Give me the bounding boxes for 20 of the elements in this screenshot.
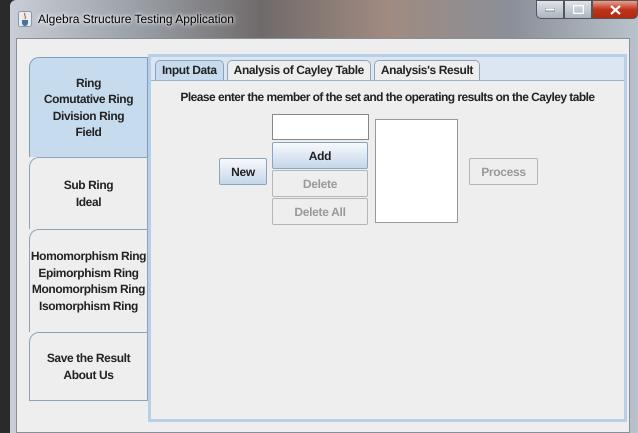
new-button[interactable]: New [219, 158, 267, 185]
tab[interactable]: Analysis's Result [374, 60, 480, 80]
sidebar-tab[interactable]: Sub Ring Ideal [29, 157, 148, 229]
add-button[interactable]: Add [272, 142, 368, 169]
close-icon [610, 4, 620, 14]
maximize-button[interactable] [564, 0, 592, 19]
sidebar-tab[interactable]: Save the Result About Us [29, 332, 148, 401]
tab[interactable]: Input Data [155, 60, 224, 80]
close-button[interactable] [592, 0, 638, 19]
window-title: Algebra Structure Testing Application [38, 12, 234, 26]
cup-icon [18, 11, 32, 27]
tab[interactable]: Analysis of Cayley Table [226, 60, 371, 80]
minimize-icon [545, 8, 555, 12]
minimize-button[interactable] [536, 0, 564, 19]
member-list[interactable] [375, 119, 458, 223]
sidebar-tab[interactable]: Ring Comutative Ring Division Ring Field [29, 57, 148, 157]
maximize-icon [572, 5, 584, 14]
member-input-field[interactable] [272, 114, 369, 140]
sidebar-tab[interactable]: Homomorphism Ring Epimorphism Ring Monomorphism Ring Isomorphism Ring [29, 229, 148, 332]
instruction-text: Please enter the member of the set and the operating results on the Cayley table [180, 90, 595, 104]
